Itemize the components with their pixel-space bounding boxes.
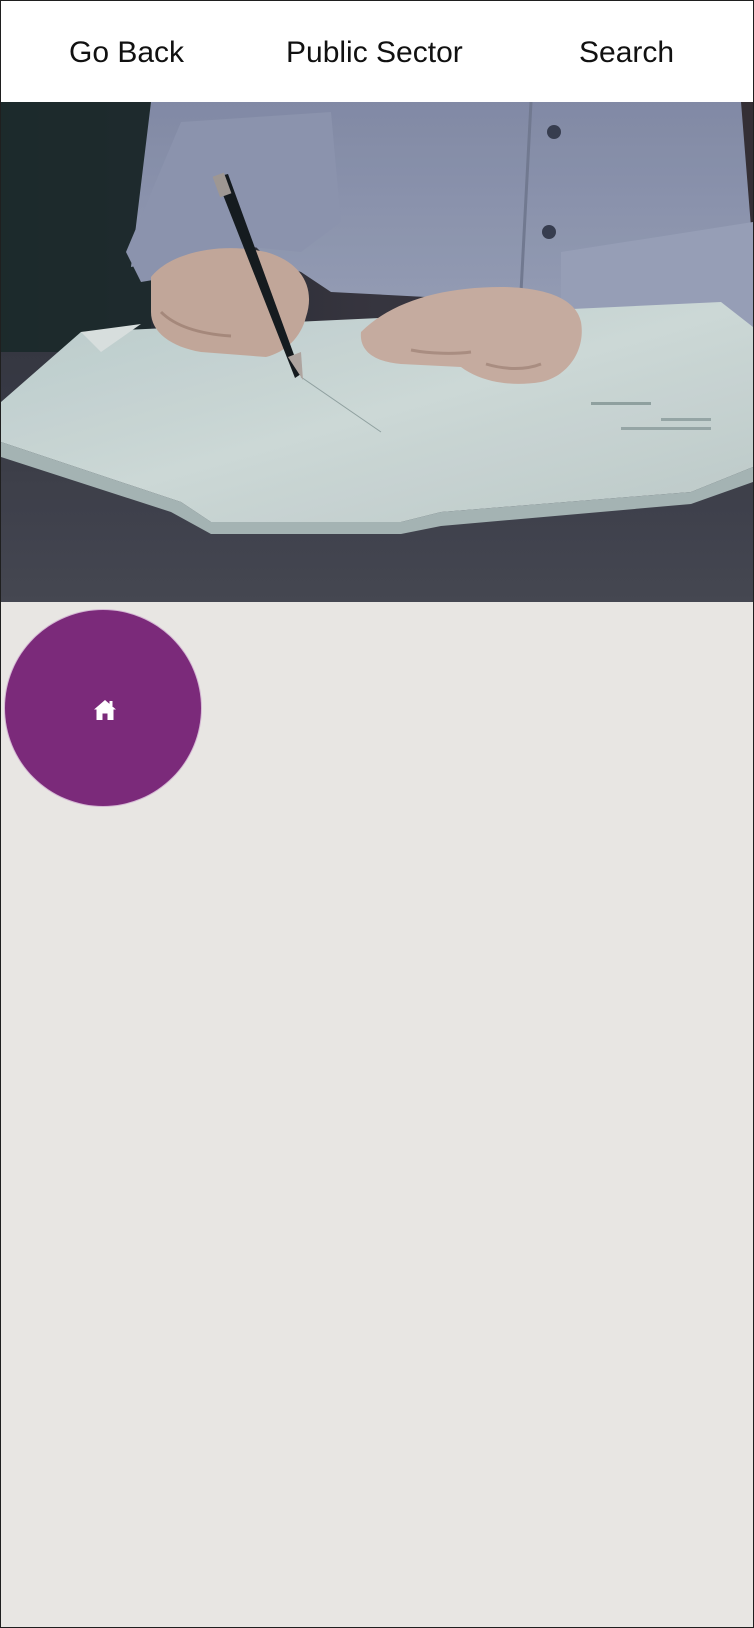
home-icon	[94, 700, 116, 720]
hero-image	[1, 102, 753, 602]
top-navigation-bar: Go Back Public Sector Search	[1, 1, 753, 102]
home-button[interactable]	[5, 610, 201, 806]
search-button[interactable]: Search	[579, 1, 674, 102]
signing-document-illustration	[1, 102, 753, 602]
go-back-button[interactable]: Go Back	[69, 1, 184, 102]
app-screen: Go Back Public Sector Search	[0, 0, 754, 1628]
page-title: Public Sector	[286, 36, 463, 69]
